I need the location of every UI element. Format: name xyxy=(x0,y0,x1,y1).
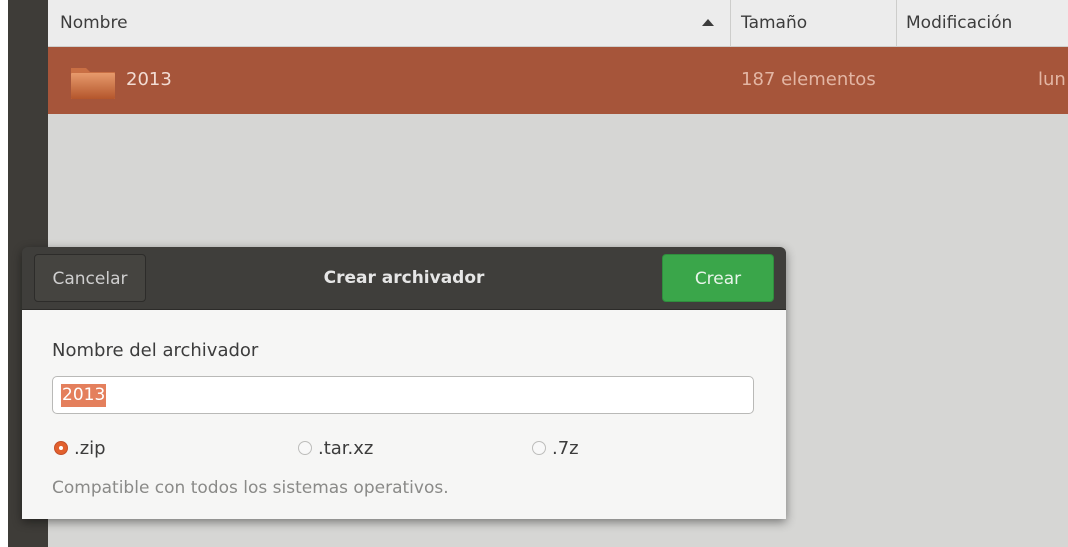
column-modified-header[interactable]: Modificación xyxy=(906,0,1012,46)
column-header: Nombre Tamaño Modificación xyxy=(48,0,1068,47)
sort-ascending-icon[interactable] xyxy=(702,19,714,26)
file-size: 187 elementos xyxy=(741,69,876,90)
archive-name-label: Nombre del archivador xyxy=(52,340,259,361)
archive-name-input[interactable]: 2013 xyxy=(52,376,754,414)
format-7z-label[interactable]: .7z xyxy=(552,438,579,459)
create-archive-dialog: Crear archivador Cancelar Crear Nombre d… xyxy=(22,247,786,519)
radio-unselected-icon[interactable] xyxy=(532,441,546,455)
format-compatibility-hint: Compatible con todos los sistemas operat… xyxy=(52,478,449,498)
archive-name-value[interactable]: 2013 xyxy=(61,384,107,407)
column-divider[interactable] xyxy=(896,0,897,46)
cancel-button[interactable]: Cancelar xyxy=(34,254,146,302)
column-divider[interactable] xyxy=(730,0,731,46)
format-tarxz-label[interactable]: .tar.xz xyxy=(318,438,373,459)
dialog-header: Crear archivador Cancelar Crear xyxy=(22,247,786,310)
radio-unselected-icon[interactable] xyxy=(298,441,312,455)
file-row[interactable]: 2013 187 elementos lun xyxy=(48,47,1068,114)
file-name: 2013 xyxy=(126,69,172,90)
dialog-body: Nombre del archivador 2013 .zip .tar.xz … xyxy=(22,310,786,519)
column-size-header[interactable]: Tamaño xyxy=(741,0,807,46)
format-zip-label[interactable]: .zip xyxy=(74,438,106,459)
column-name-header[interactable]: Nombre xyxy=(60,0,128,46)
radio-selected-icon[interactable] xyxy=(54,441,68,455)
create-button[interactable]: Crear xyxy=(662,254,774,302)
file-modified: lun xyxy=(1038,69,1066,90)
folder-icon xyxy=(71,68,115,99)
